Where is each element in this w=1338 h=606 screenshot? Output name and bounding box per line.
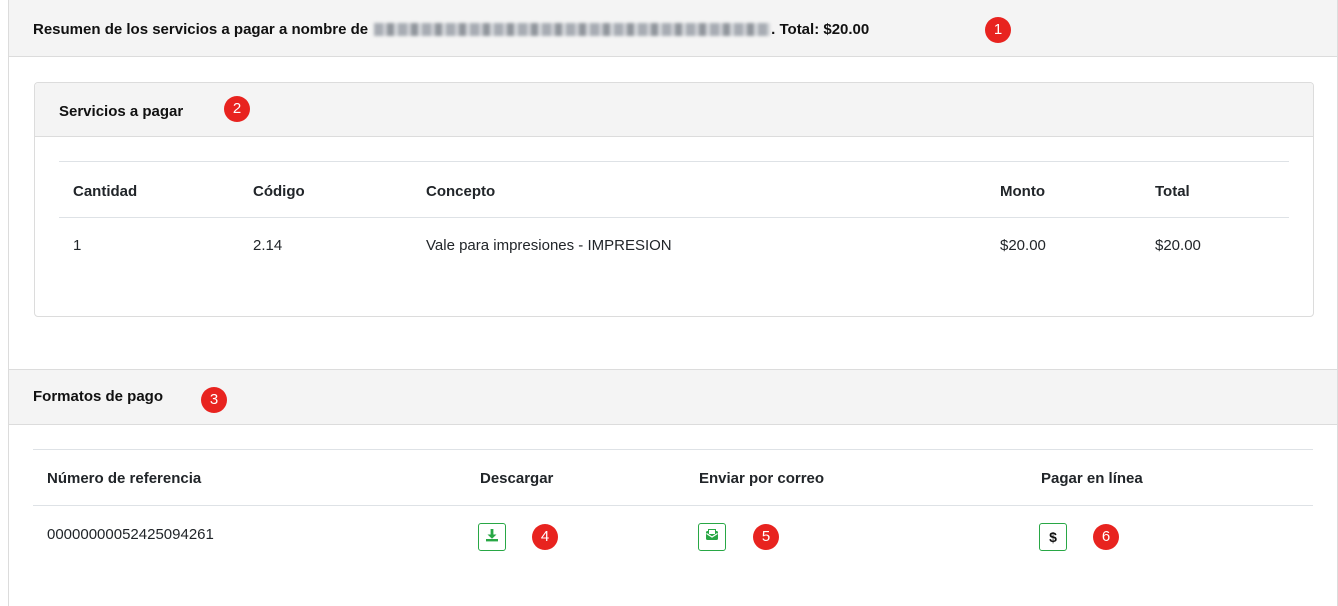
summary-prefix: Resumen de los servicios a pagar a nombr…: [33, 21, 369, 38]
step-badge-3: 3: [201, 387, 227, 413]
col-total: Total: [1155, 183, 1190, 200]
pay-online-button[interactable]: $: [1039, 523, 1067, 551]
main-panel: Resumen de los servicios a pagar a nombr…: [8, 0, 1338, 606]
cell-cantidad: 1: [73, 237, 82, 254]
download-button[interactable]: [478, 523, 506, 551]
col-monto: Monto: [1000, 183, 1045, 200]
cell-concepto: Vale para impresiones - IMPRESION: [426, 237, 672, 254]
download-icon: [485, 528, 499, 547]
dollar-icon: $: [1049, 529, 1057, 545]
payment-table-header-border: [33, 505, 1313, 506]
col-codigo: Código: [253, 183, 305, 200]
redacted-name: [374, 22, 771, 36]
summary-header: Resumen de los servicios a pagar a nombr…: [9, 0, 1337, 57]
step-badge-5: 5: [753, 524, 779, 550]
services-title: Servicios a pagar: [59, 103, 184, 120]
col-cantidad: Cantidad: [73, 183, 138, 200]
payment-table-top-border: [33, 449, 1313, 450]
summary-total: . Total: $20.00: [771, 21, 870, 38]
payment-formats-title: Formatos de pago: [33, 388, 164, 405]
cell-total: $20.00: [1155, 237, 1201, 254]
services-card-header: Servicios a pagar 2: [35, 83, 1313, 137]
col-reference: Número de referencia: [47, 470, 202, 487]
step-badge-2: 2: [224, 96, 250, 122]
step-badge-4: 4: [532, 524, 558, 550]
table-top-border: [59, 161, 1289, 162]
step-badge-6: 6: [1093, 524, 1119, 550]
envelope-icon: [705, 528, 719, 547]
email-button[interactable]: [698, 523, 726, 551]
cell-monto: $20.00: [1000, 237, 1046, 254]
col-descargar: Descargar: [480, 470, 554, 487]
summary-title: Resumen de los servicios a pagar a nombr…: [33, 21, 869, 38]
services-card: Servicios a pagar 2 Cantidad Código Conc…: [34, 82, 1314, 317]
payment-formats-header: Formatos de pago 3: [9, 369, 1337, 425]
cell-codigo: 2.14: [253, 237, 283, 254]
reference-number: 00000000052425094261: [47, 526, 214, 543]
col-enviar: Enviar por correo: [699, 470, 825, 487]
step-badge-1: 1: [985, 17, 1011, 43]
col-pagar: Pagar en línea: [1041, 470, 1143, 487]
table-header-border: [59, 217, 1289, 218]
col-concepto: Concepto: [426, 183, 496, 200]
